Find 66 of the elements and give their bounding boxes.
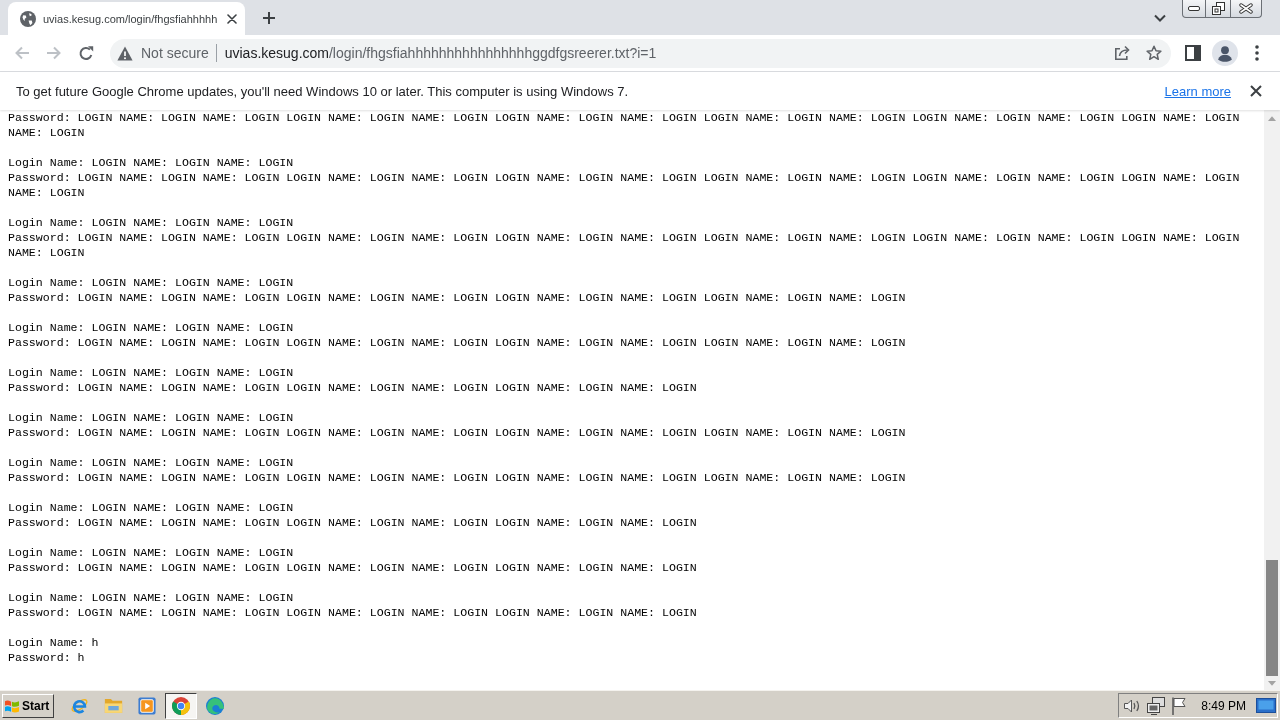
browser-tab[interactable]: uvias.kesug.com/login/fhgsfiahhhhh bbox=[8, 2, 245, 35]
login-name-line: Login Name: LOGIN NAME: LOGIN NAME: LOGIN bbox=[8, 545, 295, 560]
login-name-line: Login Name: h bbox=[8, 635, 100, 650]
speaker-icon[interactable] bbox=[1123, 697, 1142, 714]
warning-icon bbox=[117, 45, 133, 61]
e-logo-icon bbox=[69, 696, 89, 715]
play-icon bbox=[138, 696, 156, 715]
back-arrow-icon bbox=[14, 46, 30, 60]
avatar-icon bbox=[1212, 40, 1238, 66]
show-desktop-icon[interactable] bbox=[1256, 698, 1276, 713]
password-line: Password: h bbox=[8, 650, 86, 665]
login-name-line: Login Name: LOGIN NAME: LOGIN NAME: LOGIN bbox=[8, 590, 295, 605]
start-logo-icon bbox=[4, 698, 20, 713]
globe-icon bbox=[20, 10, 36, 27]
close-button[interactable] bbox=[1231, 0, 1262, 18]
swirl-logo-icon bbox=[206, 696, 224, 715]
password-line: Password: LOGIN NAME: LOGIN NAME: LOGIN LOGIN NAME: LOGIN NAME: LOGIN LOGIN NAME: LOGIN NAME: LOGIN bbox=[8, 380, 698, 395]
password-line: Password: LOGIN NAME: LOGIN NAME: LOGIN LOGIN NAME: LOGIN NAME: LOGIN LOGIN NAME: LOGIN NAME: LOGIN bbox=[8, 560, 698, 575]
update-message: To get future Google Chrome updates, you'll need Windows 10 or later. This computer is using Windows 7. bbox=[16, 83, 629, 99]
folder-icon bbox=[103, 697, 123, 714]
login-name-line: Login Name: LOGIN NAME: LOGIN NAME: LOGIN bbox=[8, 410, 295, 425]
login-name-line: Login Name: LOGIN NAME: LOGIN NAME: LOGIN bbox=[8, 455, 295, 470]
url-text: uvias.kesug.com/login/fhgsfiahhhhhhhhhhhhhhhhggdfgsreerer.txt?i=1 bbox=[224, 45, 657, 61]
password-line: Password: LOGIN NAME: LOGIN NAME: LOGIN LOGIN NAME: LOGIN NAME: LOGIN LOGIN NAME: LOGIN NAME: LOGIN LOGIN NAME: LOGIN NAME: LOGIN bbox=[8, 425, 907, 440]
flag-icon[interactable] bbox=[1171, 696, 1188, 715]
password-line: Password: LOGIN NAME: LOGIN NAME: LOGIN LOGIN NAME: LOGIN NAME: LOGIN LOGIN NAME: LOGIN NAME: LOGIN LOGIN NAME: LOGIN NAME: LOGIN bbox=[8, 290, 907, 305]
clock[interactable]: 8:49 PM bbox=[1201, 698, 1246, 713]
login-name-line: Login Name: LOGIN NAME: LOGIN NAME: LOGIN bbox=[8, 155, 295, 170]
login-name-line: Login Name: LOGIN NAME: LOGIN NAME: LOGIN bbox=[8, 365, 295, 380]
ring-logo-icon bbox=[172, 696, 190, 715]
login-name-line: Login Name: LOGIN NAME: LOGIN NAME: LOGIN bbox=[8, 500, 295, 515]
password-line: Password: LOGIN NAME: LOGIN NAME: LOGIN LOGIN NAME: LOGIN NAME: LOGIN LOGIN NAME: LOGIN NAME: LOGIN bbox=[8, 605, 698, 620]
password-line: Password: LOGIN NAME: LOGIN NAME: LOGIN LOGIN NAME: LOGIN NAME: LOGIN LOGIN NAME: LOGIN NAME: LOGIN bbox=[8, 515, 698, 530]
close-button[interactable] bbox=[1248, 83, 1264, 99]
password-line: Password: LOGIN NAME: LOGIN NAME: LOGIN LOGIN NAME: LOGIN NAME: LOGIN LOGIN NAME: LOGIN NAME: LOGIN LOGIN NAME: LOGIN NAME: LOGIN LOGIN NAME: LOGIN NAME: LOGIN LOGIN NAME: LOGIN NAME: LOGIN bbox=[8, 110, 1241, 140]
close-icon bbox=[227, 13, 238, 24]
login-name-line: Login Name: LOGIN NAME: LOGIN NAME: LOGIN bbox=[8, 215, 295, 230]
close-icon bbox=[1250, 85, 1262, 97]
login-name-line: Login Name: LOGIN NAME: LOGIN NAME: LOGIN bbox=[8, 275, 295, 290]
minimize-button[interactable] bbox=[1182, 0, 1206, 18]
restore-icon bbox=[1211, 2, 1225, 15]
reload-icon bbox=[78, 45, 94, 61]
password-line: Password: LOGIN NAME: LOGIN NAME: LOGIN LOGIN NAME: LOGIN NAME: LOGIN LOGIN NAME: LOGIN NAME: LOGIN LOGIN NAME: LOGIN NAME: LOGIN bbox=[8, 335, 907, 350]
share-icon bbox=[1114, 45, 1130, 61]
password-line: Password: LOGIN NAME: LOGIN NAME: LOGIN LOGIN NAME: LOGIN NAME: LOGIN LOGIN NAME: LOGIN NAME: LOGIN LOGIN NAME: LOGIN NAME: LOGIN LOGIN NAME: LOGIN NAME: LOGIN LOGIN NAME: LOGIN NAME: LOGIN bbox=[8, 170, 1241, 200]
star-icon bbox=[1146, 45, 1162, 61]
password-line: Password: LOGIN NAME: LOGIN NAME: LOGIN LOGIN NAME: LOGIN NAME: LOGIN LOGIN NAME: LOGIN NAME: LOGIN LOGIN NAME: LOGIN NAME: LOGIN LOGIN NAME: LOGIN NAME: LOGIN LOGIN NAME: LOGIN NAME: LOGIN bbox=[8, 230, 1241, 260]
profile-button[interactable] bbox=[1211, 39, 1239, 67]
scrollbar[interactable] bbox=[1264, 110, 1280, 690]
chevron-down-icon bbox=[1154, 13, 1166, 22]
network-icon[interactable] bbox=[1147, 696, 1166, 715]
learn-more-link[interactable]: Learn more bbox=[1164, 83, 1231, 99]
forward-arrow-icon bbox=[46, 46, 62, 60]
plus-icon bbox=[262, 10, 276, 25]
taskbar-button[interactable] bbox=[165, 692, 197, 719]
address-bar[interactable]: Not secure uvias.kesug.com/login/fhgsfiahhhhhhhhhhhhhhhhggdfgsreerer.txt?i=1 bbox=[110, 38, 1171, 68]
menu-icon bbox=[1255, 45, 1259, 61]
side-panel-icon bbox=[1185, 45, 1201, 61]
password-line: Password: LOGIN NAME: LOGIN NAME: LOGIN LOGIN NAME: LOGIN NAME: LOGIN LOGIN NAME: LOGIN NAME: LOGIN LOGIN NAME: LOGIN NAME: LOGIN bbox=[8, 470, 907, 485]
restore-button[interactable] bbox=[1206, 0, 1231, 18]
close-icon bbox=[1239, 3, 1253, 14]
start-button[interactable]: Start bbox=[2, 693, 54, 718]
login-name-line: Login Name: LOGIN NAME: LOGIN NAME: LOGIN bbox=[8, 320, 295, 335]
scrollbar-thumb[interactable] bbox=[1266, 560, 1278, 676]
minimize-icon bbox=[1188, 6, 1200, 11]
security-label[interactable]: Not secure bbox=[141, 45, 209, 61]
